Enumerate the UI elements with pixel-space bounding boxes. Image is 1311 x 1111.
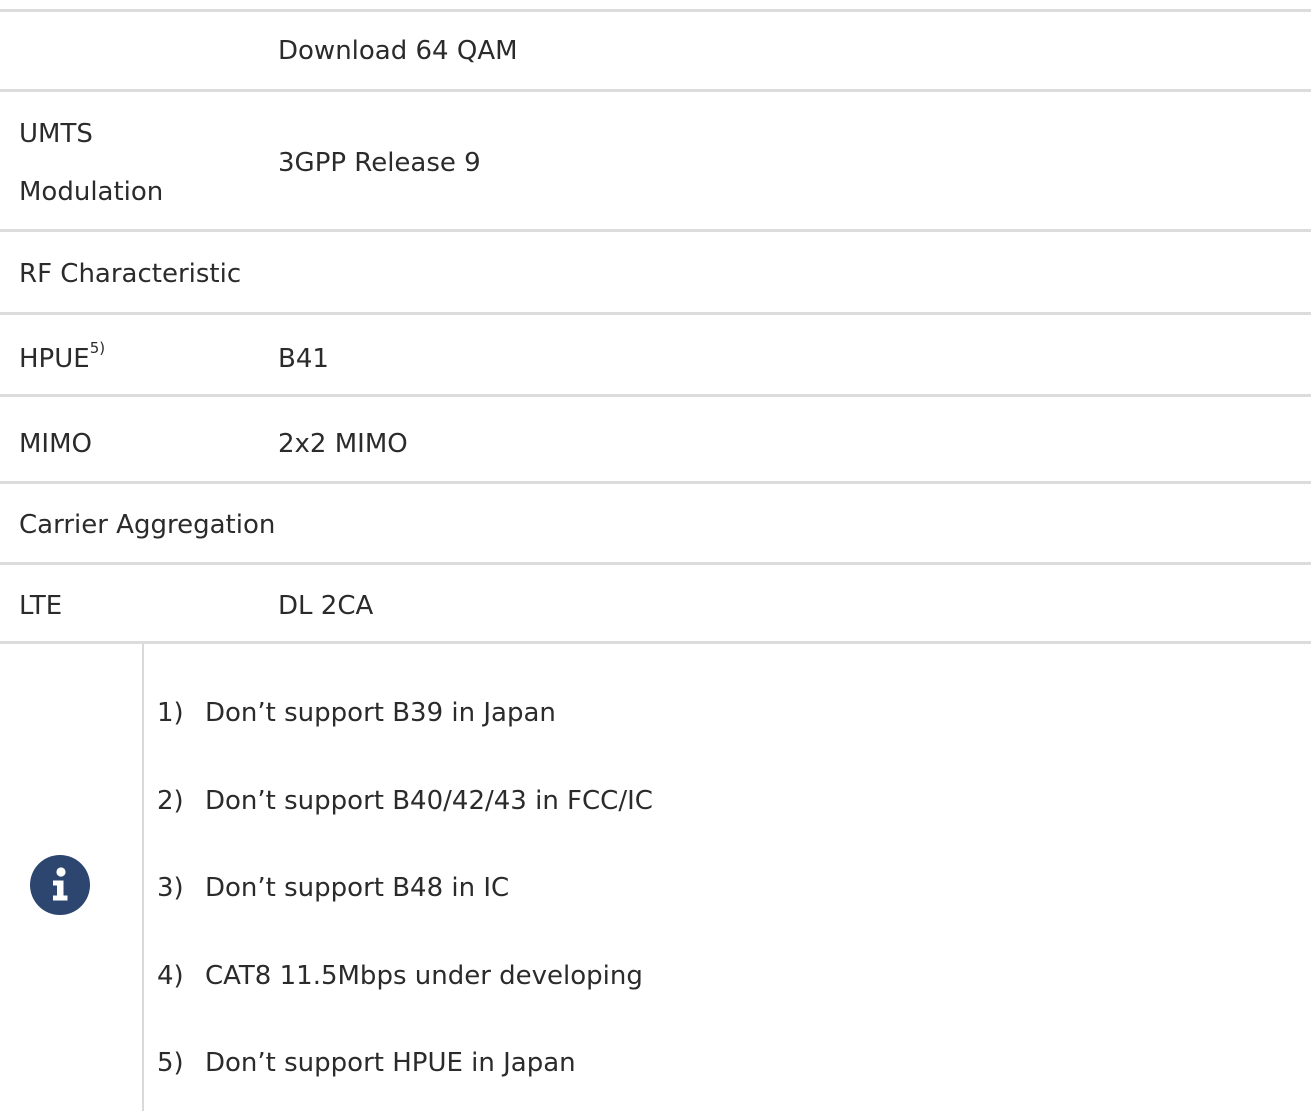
hpue-value: B41 (278, 344, 329, 374)
footnote-item: 5) Don’t support HPUE in Japan (157, 1043, 576, 1083)
footnote-text: Don’t support HPUE in Japan (205, 1048, 576, 1078)
hpue-footnote-ref: 5) (89, 339, 106, 358)
footnote-number: 4) (157, 961, 184, 991)
footnote-text: Don’t support B40/42/43 in FCC/IC (205, 786, 653, 816)
hpue-label-text: HPUE (19, 344, 90, 374)
footnotes-callout: 1) Don’t support B39 in Japan 2) Don’t sup… (0, 644, 1311, 1111)
table-row: MIMO 2x2 MIMO (0, 394, 1311, 481)
lte-value: DL 2CA (278, 591, 374, 621)
table-row: HPUE5) B41 (0, 312, 1311, 394)
section-carrier-aggregation: Carrier Aggregation (19, 510, 276, 540)
umts-label-line2: Modulation (19, 177, 164, 207)
umts-value: 3GPP Release 9 (278, 148, 481, 178)
spec-page: Download 64 QAM UMTS Modulation 3GPP Rel… (0, 0, 1311, 1111)
hpue-label: HPUE5) (19, 330, 105, 388)
footnote-text: Don’t support B39 in Japan (205, 698, 556, 728)
umts-label-line1: UMTS (19, 119, 93, 149)
section-rf-characteristic: RF Characteristic (19, 259, 242, 289)
footnote-text: Don’t support B48 in IC (205, 873, 510, 903)
footnote-number: 1) (157, 698, 184, 728)
table-row: RF Characteristic (0, 229, 1311, 312)
callout-divider (142, 644, 144, 1111)
lte-label: LTE (19, 591, 63, 621)
table-row: UMTS Modulation 3GPP Release 9 (0, 89, 1311, 229)
table-row: Download 64 QAM (0, 9, 1311, 89)
footnote-number: 2) (157, 786, 184, 816)
table-row: LTE DL 2CA (0, 562, 1311, 644)
footnote-item: 3) Don’t support B48 in IC (157, 868, 509, 908)
footnote-item: 1) Don’t support B39 in Japan (157, 693, 556, 733)
footnote-number: 5) (157, 1048, 184, 1078)
footnote-text: CAT8 11.5Mbps under developing (205, 961, 643, 991)
mimo-label: MIMO (19, 429, 92, 459)
info-icon (30, 855, 90, 915)
footnote-number: 3) (157, 873, 184, 903)
footnote-item: 2) Don’t support B40/42/43 in FCC/IC (157, 781, 653, 821)
mimo-value: 2x2 MIMO (278, 429, 408, 459)
download-value: Download 64 QAM (278, 36, 518, 66)
footnote-item: 4) CAT8 11.5Mbps under developing (157, 956, 643, 996)
table-row: Carrier Aggregation (0, 481, 1311, 562)
